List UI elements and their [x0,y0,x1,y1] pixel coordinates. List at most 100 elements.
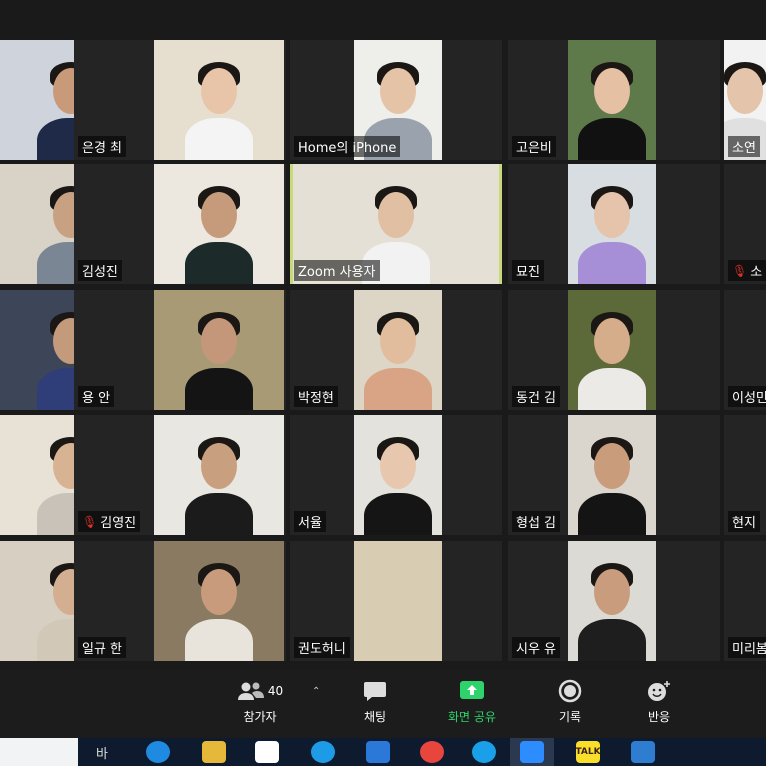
participant-name: 🎙 소 [728,260,766,281]
participant-name: 현지 [728,511,760,532]
participant-name-text: 김성진 [82,265,118,280]
participant-figure [572,40,652,160]
share-screen-label: 화면 공유 [448,710,496,724]
participant-name-text: 권도허니 [298,642,346,657]
video-tile[interactable]: 동건 김 [508,290,720,410]
video-tile[interactable]: 시우 유 [508,541,720,661]
share-screen-icon [460,681,484,699]
participant-figure [572,541,652,661]
participant-figure [179,40,259,160]
participant-name-text: 김영진 [100,516,137,531]
participant-name: 서율 [294,511,326,532]
participant-name-text: 일규 한 [82,642,123,657]
video-tile[interactable]: 박정현 [290,290,502,410]
file-explorer-icon[interactable] [202,741,226,763]
participant-figure [179,541,259,661]
participant-name: 고은비 [512,136,556,157]
participant-name-text: Zoom 사용자 [298,265,376,280]
participant-name-text: 시우 유 [516,642,557,657]
internet-explorer-icon[interactable] [311,741,335,763]
kakaotalk-icon[interactable]: TALK [575,741,601,763]
video-feed [568,40,656,160]
video-feed [568,164,656,284]
participant-name-text: Home의 iPhone [298,141,397,156]
reactions-label: 반응 [647,710,671,724]
participant-figure [179,164,259,284]
participant-figure [572,290,652,410]
record-label: 기록 [558,710,582,724]
chevron-up-icon[interactable]: ⌃ [312,686,320,697]
mail-icon[interactable] [366,741,390,763]
video-feed [354,541,442,661]
participant-name-text: 미리봄 [732,642,766,657]
participant-name: 김성진 [78,260,122,281]
share-screen-button[interactable]: 화면 공유 [432,676,512,725]
participants-label: 참가자 [243,710,277,724]
muted-mic-icon: 🎙 [82,514,98,529]
record-button[interactable]: 기록 [530,676,610,725]
participant-name-text: 박정현 [298,391,334,406]
video-tile[interactable]: 서율 [290,415,502,535]
participants-icon [237,682,264,700]
video-tile[interactable]: Zoom 사용자 [290,164,502,284]
chrome-icon[interactable] [420,741,444,763]
app-icon[interactable] [631,741,655,763]
participant-name-text: 동건 김 [516,391,557,406]
video-tile[interactable]: 고은비 [508,40,720,160]
reactions-button[interactable]: 반응 [619,676,699,725]
video-feed [154,541,284,661]
video-feed [568,290,656,410]
participant-name-text: 묘진 [516,265,540,280]
participant-name-text: 현지 [732,516,756,531]
store-icon[interactable] [255,741,279,763]
participant-figure [572,415,652,535]
chat-app-icon[interactable] [472,741,496,763]
video-feed [154,415,284,535]
participant-name: 묘진 [512,260,544,281]
video-feed [568,415,656,535]
video-tile[interactable]: 🎙 김영진 [74,415,286,535]
video-tile[interactable]: 일규 한 [74,541,286,661]
video-tile[interactable]: 은경 최 [74,40,286,160]
edge-icon[interactable] [146,741,170,763]
zoom-icon[interactable] [520,741,544,763]
video-feed [354,290,442,410]
video-tile[interactable]: 현지 [724,415,766,535]
ime-indicator[interactable]: 바 [90,741,114,763]
participant-name: 미리봄 [728,637,766,658]
video-tile[interactable]: 이성민 [724,290,766,410]
participant-name: Home의 iPhone [294,136,401,157]
participant-name: 🎙 김영진 [78,511,141,532]
video-tile[interactable]: 소연 [724,40,766,160]
participant-name: 용 안 [78,386,115,407]
video-tile[interactable]: 묘진 [508,164,720,284]
record-icon [558,679,582,703]
chat-label: 채팅 [363,710,387,724]
video-tile[interactable]: 🎙 소 [724,164,766,284]
participant-count: 40 [267,684,284,698]
video-feed [154,290,284,410]
muted-mic-icon: 🎙 [732,263,748,278]
participant-name-text: 고은비 [516,141,552,156]
video-tile[interactable]: Home의 iPhone [290,40,502,160]
participant-name: 박정현 [294,386,338,407]
video-tile[interactable]: 용 안 [74,290,286,410]
participant-name: 은경 최 [78,136,127,157]
participants-button[interactable]: 40 참가자 [220,676,300,725]
participant-figure [179,290,259,410]
participant-name: Zoom 사용자 [294,260,380,281]
smiley-icon [648,681,670,701]
taskbar-search-area[interactable] [0,738,78,766]
video-tile[interactable]: 형섭 김 [508,415,720,535]
participant-name-text: 소연 [732,141,756,156]
windows-taskbar: 바 TALK [0,738,766,766]
participant-name-text: 은경 최 [82,141,123,156]
chat-button[interactable]: 채팅 [335,676,415,725]
video-tile[interactable]: 김성진 [74,164,286,284]
video-tile[interactable]: 권도허니 [290,541,502,661]
video-tile[interactable]: 미리봄 [724,541,766,661]
video-feed [354,415,442,535]
meeting-toolbar: 40 참가자 ⌃ 채팅 화면 공유 기록 반응 [0,670,766,738]
participant-name: 이성민 [728,386,766,407]
participant-name: 형섭 김 [512,511,561,532]
